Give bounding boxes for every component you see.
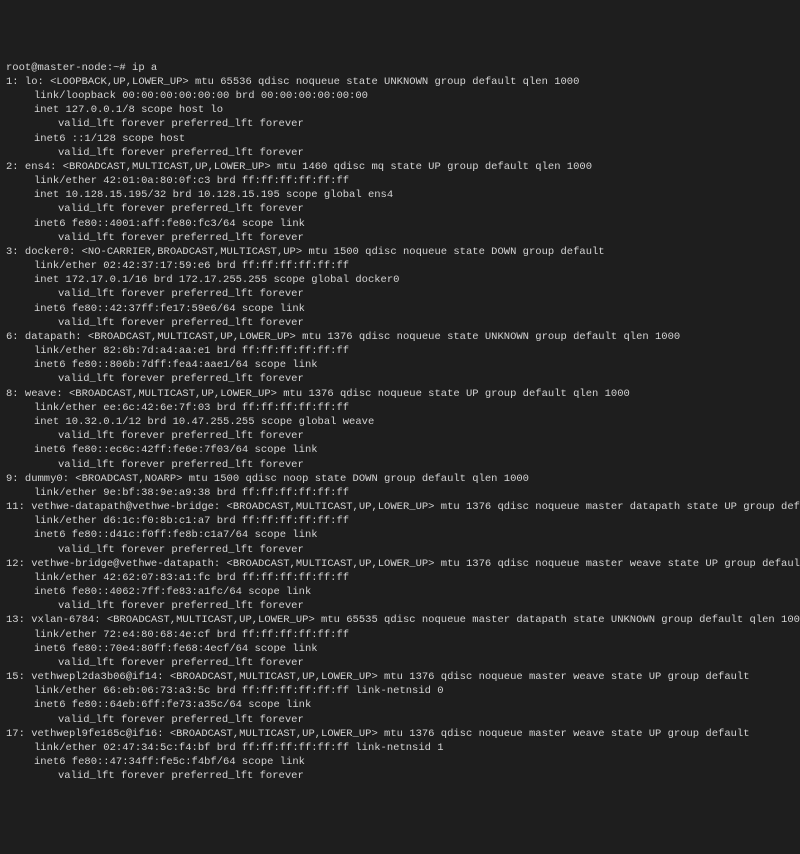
terminal-line: link/ether 02:47:34:5c:f4:bf brd ff:ff:f… — [6, 741, 794, 755]
terminal-line: link/ether 72:e4:80:68:4e:cf brd ff:ff:f… — [6, 628, 794, 642]
terminal-line: link/ether 42:01:0a:80:0f:c3 brd ff:ff:f… — [6, 174, 794, 188]
terminal-line: 11: vethwe-datapath@vethwe-bridge: <BROA… — [6, 500, 794, 514]
terminal-line: 13: vxlan-6784: <BROADCAST,MULTICAST,UP,… — [6, 613, 794, 627]
terminal-line: link/ether ee:6c:42:6e:7f:03 brd ff:ff:f… — [6, 401, 794, 415]
terminal-line: 9: dummy0: <BROADCAST,NOARP> mtu 1500 qd… — [6, 472, 794, 486]
terminal-line: inet6 fe80::64eb:6ff:fe73:a35c/64 scope … — [6, 698, 794, 712]
terminal-line: inet6 ::1/128 scope host — [6, 132, 794, 146]
terminal-line: 6: datapath: <BROADCAST,MULTICAST,UP,LOW… — [6, 330, 794, 344]
terminal-line: inet 10.128.15.195/32 brd 10.128.15.195 … — [6, 188, 794, 202]
terminal-line: inet 172.17.0.1/16 brd 172.17.255.255 sc… — [6, 273, 794, 287]
terminal-line: link/ether 42:62:07:83:a1:fc brd ff:ff:f… — [6, 571, 794, 585]
terminal-line: inet 127.0.0.1/8 scope host lo — [6, 103, 794, 117]
terminal-line: valid_lft forever preferred_lft forever — [6, 599, 794, 613]
terminal-line: 8: weave: <BROADCAST,MULTICAST,UP,LOWER_… — [6, 387, 794, 401]
terminal-line: inet6 fe80::70e4:80ff:fe68:4ecf/64 scope… — [6, 642, 794, 656]
terminal-line: valid_lft forever preferred_lft forever — [6, 713, 794, 727]
terminal-line: inet6 fe80::4001:aff:fe80:fc3/64 scope l… — [6, 217, 794, 231]
terminal-line: valid_lft forever preferred_lft forever — [6, 429, 794, 443]
terminal-line: link/loopback 00:00:00:00:00:00 brd 00:0… — [6, 89, 794, 103]
terminal-line: valid_lft forever preferred_lft forever — [6, 146, 794, 160]
terminal-line: inet6 fe80::806b:7dff:fea4:aae1/64 scope… — [6, 358, 794, 372]
terminal-line: inet6 fe80::42:37ff:fe17:59e6/64 scope l… — [6, 302, 794, 316]
terminal-line: inet6 fe80::ec6c:42ff:fe6e:7f03/64 scope… — [6, 443, 794, 457]
terminal-line: inet6 fe80::4062:7ff:fe83:a1fc/64 scope … — [6, 585, 794, 599]
terminal-line: 12: vethwe-bridge@vethwe-datapath: <BROA… — [6, 557, 794, 571]
terminal-line: valid_lft forever preferred_lft forever — [6, 316, 794, 330]
terminal-line: link/ether 9e:bf:38:9e:a9:38 brd ff:ff:f… — [6, 486, 794, 500]
terminal-line: 2: ens4: <BROADCAST,MULTICAST,UP,LOWER_U… — [6, 160, 794, 174]
terminal-line: valid_lft forever preferred_lft forever — [6, 117, 794, 131]
terminal-line: link/ether d6:1c:f0:8b:c1:a7 brd ff:ff:f… — [6, 514, 794, 528]
terminal-line: valid_lft forever preferred_lft forever — [6, 202, 794, 216]
terminal-line: 15: vethwepl2da3b06@if14: <BROADCAST,MUL… — [6, 670, 794, 684]
terminal-line: 17: vethwepl9fe165c@if16: <BROADCAST,MUL… — [6, 727, 794, 741]
terminal-line: valid_lft forever preferred_lft forever — [6, 769, 794, 783]
terminal-line: 3: docker0: <NO-CARRIER,BROADCAST,MULTIC… — [6, 245, 794, 259]
terminal-output: root@master-node:~# ip a1: lo: <LOOPBACK… — [6, 61, 794, 784]
terminal-line: valid_lft forever preferred_lft forever — [6, 656, 794, 670]
terminal-line: inet6 fe80::d41c:f0ff:fe8b:c1a7/64 scope… — [6, 528, 794, 542]
terminal-line: link/ether 02:42:37:17:59:e6 brd ff:ff:f… — [6, 259, 794, 273]
terminal-line: valid_lft forever preferred_lft forever — [6, 372, 794, 386]
terminal-line: valid_lft forever preferred_lft forever — [6, 231, 794, 245]
terminal-line: valid_lft forever preferred_lft forever — [6, 543, 794, 557]
terminal-line: root@master-node:~# ip a — [6, 61, 794, 75]
terminal-line: 1: lo: <LOOPBACK,UP,LOWER_UP> mtu 65536 … — [6, 75, 794, 89]
terminal-line: inet6 fe80::47:34ff:fe5c:f4bf/64 scope l… — [6, 755, 794, 769]
terminal-line: inet 10.32.0.1/12 brd 10.47.255.255 scop… — [6, 415, 794, 429]
terminal-line: valid_lft forever preferred_lft forever — [6, 287, 794, 301]
terminal-line: link/ether 82:6b:7d:a4:aa:e1 brd ff:ff:f… — [6, 344, 794, 358]
terminal-line: valid_lft forever preferred_lft forever — [6, 458, 794, 472]
terminal-line: link/ether 66:eb:06:73:a3:5c brd ff:ff:f… — [6, 684, 794, 698]
